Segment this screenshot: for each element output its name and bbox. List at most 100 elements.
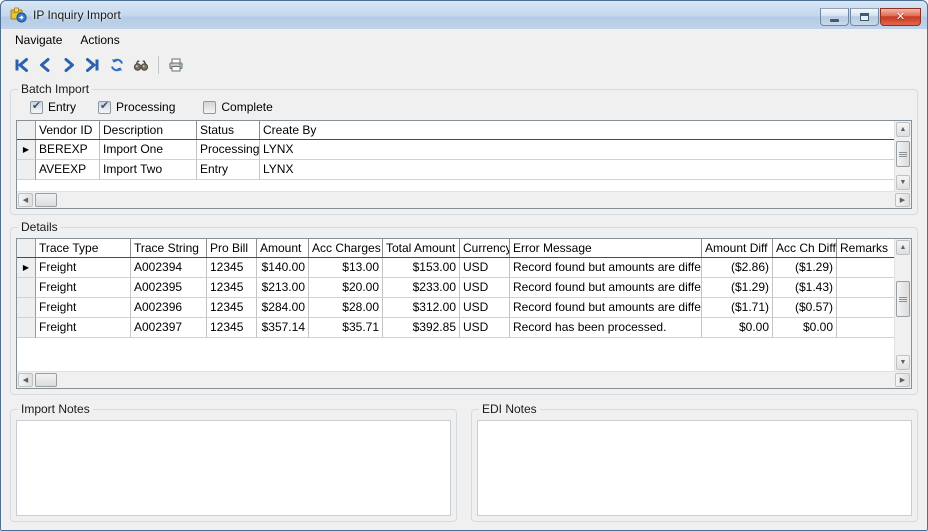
details-row-2[interactable]: ▶ Freight A002395 12345 $213.00 $20.00 $…	[17, 278, 894, 298]
menu-navigate[interactable]: Navigate	[6, 30, 71, 50]
row-selector-cell[interactable]: ▶	[17, 278, 36, 298]
entry-checkbox[interactable]: ✔ Entry	[30, 100, 76, 114]
cell-total-amount[interactable]: $153.00	[383, 258, 460, 278]
scroll-down-icon[interactable]: ▼	[896, 175, 910, 190]
cell-vendor-id[interactable]: BEREXP	[36, 140, 100, 160]
cell-error-message[interactable]: Record found but amounts are different.	[510, 278, 702, 298]
row-selector-cell[interactable]: ▶	[17, 298, 36, 318]
cell-amount-diff[interactable]: ($2.86)	[702, 258, 773, 278]
menu-actions[interactable]: Actions	[71, 30, 128, 50]
details-row-3[interactable]: ▶ Freight A002396 12345 $284.00 $28.00 $…	[17, 298, 894, 318]
cell-acc-ch-diff[interactable]: ($1.29)	[773, 258, 837, 278]
cell-amount-diff[interactable]: ($1.71)	[702, 298, 773, 318]
cell-trace-type[interactable]: Freight	[36, 318, 131, 338]
scroll-up-icon[interactable]: ▲	[896, 122, 910, 137]
edi-notes-textarea[interactable]	[477, 420, 912, 516]
cell-currency[interactable]: USD	[460, 258, 510, 278]
cell-remarks[interactable]	[837, 318, 894, 338]
row-selector-cell[interactable]: ▶	[17, 258, 36, 278]
cell-trace-type[interactable]: Freight	[36, 278, 131, 298]
cell-trace-string[interactable]: A002396	[131, 298, 207, 318]
cell-description[interactable]: Import One	[100, 140, 197, 160]
cell-acc-charges[interactable]: $35.71	[309, 318, 383, 338]
scroll-up-icon[interactable]: ▲	[896, 240, 910, 255]
cell-remarks[interactable]	[837, 258, 894, 278]
batch-row-1[interactable]: ▶ BEREXP Import One Processing LYNX	[17, 140, 894, 160]
scroll-left-icon[interactable]: ◀	[18, 373, 33, 387]
refresh-button[interactable]	[105, 53, 129, 77]
cell-amount-diff[interactable]: $0.00	[702, 318, 773, 338]
cell-error-message[interactable]: Record found but amounts are different.	[510, 258, 702, 278]
find-button[interactable]	[129, 53, 153, 77]
complete-checkbox[interactable]: ✔ Complete	[203, 100, 272, 114]
previous-record-button[interactable]	[33, 53, 57, 77]
cell-currency[interactable]: USD	[460, 298, 510, 318]
scrollbar-thumb[interactable]	[35, 193, 57, 207]
cell-trace-type[interactable]: Freight	[36, 298, 131, 318]
cell-status[interactable]: Processing	[197, 140, 260, 160]
cell-description[interactable]: Import Two	[100, 160, 197, 180]
next-record-button[interactable]	[57, 53, 81, 77]
cell-acc-charges[interactable]: $13.00	[309, 258, 383, 278]
toolbar	[1, 51, 927, 79]
cell-create-by[interactable]: LYNX	[260, 160, 894, 180]
cell-total-amount[interactable]: $233.00	[383, 278, 460, 298]
details-horizontal-scrollbar[interactable]: ◀ ▶	[17, 371, 911, 388]
cell-amount[interactable]: $213.00	[257, 278, 309, 298]
cell-error-message[interactable]: Record has been processed.	[510, 318, 702, 338]
last-record-button[interactable]	[81, 53, 105, 77]
scroll-right-icon[interactable]: ▶	[895, 193, 910, 207]
cell-remarks[interactable]	[837, 278, 894, 298]
cell-amount[interactable]: $357.14	[257, 318, 309, 338]
cell-remarks[interactable]	[837, 298, 894, 318]
scroll-down-icon[interactable]: ▼	[896, 355, 910, 370]
cell-acc-ch-diff[interactable]: ($1.43)	[773, 278, 837, 298]
row-selector-cell[interactable]: ▶	[17, 140, 36, 160]
row-selector-cell[interactable]: ▶	[17, 160, 36, 180]
cell-create-by[interactable]: LYNX	[260, 140, 894, 160]
cell-pro-bill[interactable]: 12345	[207, 278, 257, 298]
cell-total-amount[interactable]: $392.85	[383, 318, 460, 338]
column-header-trace-type: Trace Type	[36, 239, 131, 257]
entry-checkbox-label: Entry	[48, 100, 76, 114]
cell-trace-string[interactable]: A002397	[131, 318, 207, 338]
details-vertical-scrollbar[interactable]: ▲ ▼	[894, 239, 911, 371]
maximize-button[interactable]	[850, 8, 879, 26]
batch-row-2[interactable]: ▶ AVEEXP Import Two Entry LYNX	[17, 160, 894, 180]
processing-checkbox[interactable]: ✔ Processing	[98, 100, 175, 114]
first-record-button[interactable]	[9, 53, 33, 77]
cell-acc-ch-diff[interactable]: $0.00	[773, 318, 837, 338]
scrollbar-thumb[interactable]	[896, 141, 910, 167]
cell-pro-bill[interactable]: 12345	[207, 318, 257, 338]
cell-total-amount[interactable]: $312.00	[383, 298, 460, 318]
batch-horizontal-scrollbar[interactable]: ◀ ▶	[17, 191, 911, 208]
row-selector-cell[interactable]: ▶	[17, 318, 36, 338]
close-button[interactable]: ✕	[880, 8, 921, 26]
minimize-button[interactable]	[820, 8, 849, 26]
cell-trace-string[interactable]: A002395	[131, 278, 207, 298]
cell-amount[interactable]: $140.00	[257, 258, 309, 278]
scroll-left-icon[interactable]: ◀	[18, 193, 33, 207]
cell-error-message[interactable]: Record found but amounts are different.	[510, 298, 702, 318]
scrollbar-thumb[interactable]	[896, 281, 910, 317]
scroll-right-icon[interactable]: ▶	[895, 373, 910, 387]
cell-trace-type[interactable]: Freight	[36, 258, 131, 278]
cell-pro-bill[interactable]: 12345	[207, 258, 257, 278]
cell-trace-string[interactable]: A002394	[131, 258, 207, 278]
cell-pro-bill[interactable]: 12345	[207, 298, 257, 318]
cell-acc-charges[interactable]: $28.00	[309, 298, 383, 318]
cell-acc-charges[interactable]: $20.00	[309, 278, 383, 298]
cell-currency[interactable]: USD	[460, 318, 510, 338]
batch-vertical-scrollbar[interactable]: ▲ ▼	[894, 121, 911, 191]
cell-vendor-id[interactable]: AVEEXP	[36, 160, 100, 180]
import-notes-textarea[interactable]	[16, 420, 451, 516]
cell-status[interactable]: Entry	[197, 160, 260, 180]
cell-acc-ch-diff[interactable]: ($0.57)	[773, 298, 837, 318]
scrollbar-thumb[interactable]	[35, 373, 57, 387]
cell-amount[interactable]: $284.00	[257, 298, 309, 318]
details-row-4[interactable]: ▶ Freight A002397 12345 $357.14 $35.71 $…	[17, 318, 894, 338]
cell-currency[interactable]: USD	[460, 278, 510, 298]
details-row-1[interactable]: ▶ Freight A002394 12345 $140.00 $13.00 $…	[17, 258, 894, 278]
cell-amount-diff[interactable]: ($1.29)	[702, 278, 773, 298]
print-button[interactable]	[164, 53, 188, 77]
